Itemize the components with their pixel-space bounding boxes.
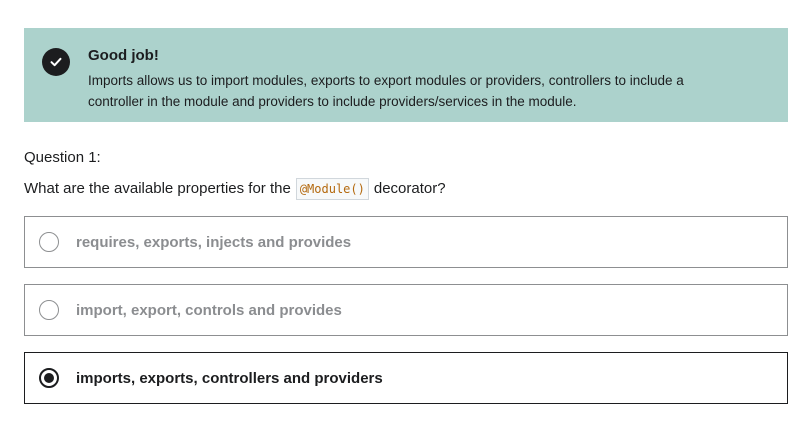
answer-option-label: imports, exports, controllers and provid… <box>76 369 383 387</box>
answer-option-label: import, export, controls and provides <box>76 301 342 319</box>
question-text-before: What are the available properties for th… <box>24 180 291 197</box>
question-number: Question 1: <box>24 149 101 166</box>
code-snippet: @Module() <box>295 178 369 200</box>
radio-selected-dot <box>44 373 54 383</box>
feedback-message: Imports allows us to import modules, exp… <box>88 73 684 109</box>
radio-button[interactable] <box>39 232 59 252</box>
question-text-after: decorator? <box>373 180 446 197</box>
radio-button[interactable] <box>39 300 59 320</box>
answer-option-2[interactable]: import, export, controls and provides <box>24 284 788 336</box>
feedback-body: Good job! Imports allows us to import mo… <box>88 46 728 122</box>
check-circle-icon <box>42 48 70 76</box>
question-text: What are the available properties for th… <box>24 178 446 200</box>
answer-option-1[interactable]: requires, exports, injects and provides <box>24 216 788 268</box>
feedback-title: Good job! <box>88 47 159 64</box>
feedback-alert: Good job! Imports allows us to import mo… <box>24 28 788 122</box>
radio-button-selected[interactable] <box>39 368 59 388</box>
answer-option-label: requires, exports, injects and provides <box>76 233 352 251</box>
answer-option-3[interactable]: imports, exports, controllers and provid… <box>24 352 788 404</box>
